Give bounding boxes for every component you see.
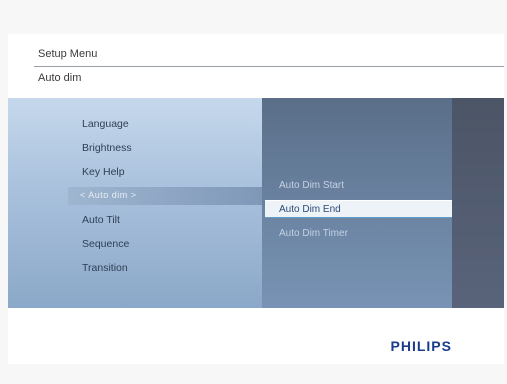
header: Setup Menu Auto dim (8, 34, 504, 98)
submenu-item-auto-dim-timer[interactable]: Auto Dim Timer (279, 228, 348, 239)
photo-frame-screen: Setup Menu Auto dim Language Brightness … (0, 0, 507, 384)
side-panel (452, 98, 504, 308)
header-divider (34, 66, 504, 67)
main-menu-panel: Language Brightness Key Help < Auto dim … (8, 98, 262, 308)
menu-item-language[interactable]: Language (82, 118, 129, 130)
menu-item-transition[interactable]: Transition (82, 262, 128, 274)
submenu-item-auto-dim-start[interactable]: Auto Dim Start (279, 180, 344, 191)
submenu-panel: Auto Dim Start Auto Dim End Auto Dim Tim… (262, 98, 452, 308)
page-title: Setup Menu (38, 48, 98, 60)
brand-logo: PHILIPS (390, 338, 452, 354)
menu-item-auto-dim-selected[interactable]: < Auto dim > (68, 187, 262, 205)
submenu-item-label: Auto Dim End (279, 204, 341, 215)
selected-menu-label: < Auto dim > (80, 190, 137, 200)
menu-item-key-help[interactable]: Key Help (82, 166, 125, 178)
submenu-item-auto-dim-end[interactable]: Auto Dim End (265, 200, 452, 218)
footer: PHILIPS (8, 308, 504, 364)
breadcrumb: Auto dim (38, 72, 82, 84)
menu-item-auto-tilt[interactable]: Auto Tilt (82, 214, 120, 226)
menu-area: Language Brightness Key Help < Auto dim … (8, 98, 504, 308)
menu-item-sequence[interactable]: Sequence (82, 238, 129, 250)
menu-item-brightness[interactable]: Brightness (82, 142, 132, 154)
